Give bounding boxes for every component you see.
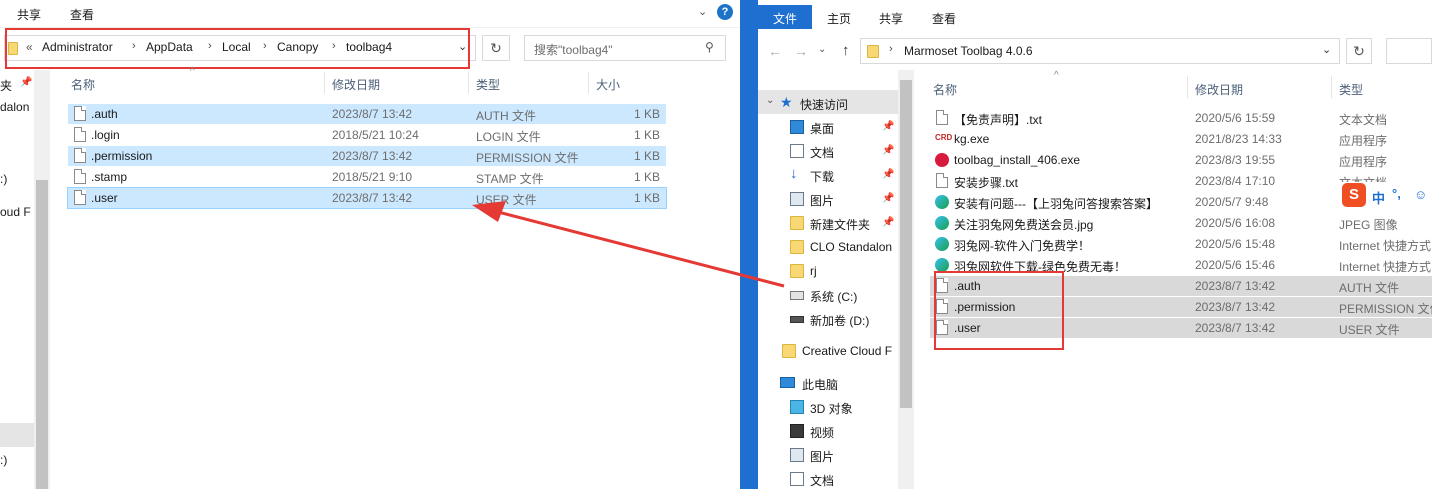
screenshot-stage: 共享 查看 ⌄ ? « Administrator › AppData › Lo… <box>0 0 1432 489</box>
annotation-arrow <box>472 201 785 288</box>
arrow-head <box>472 201 506 222</box>
arrow-line <box>497 210 785 288</box>
